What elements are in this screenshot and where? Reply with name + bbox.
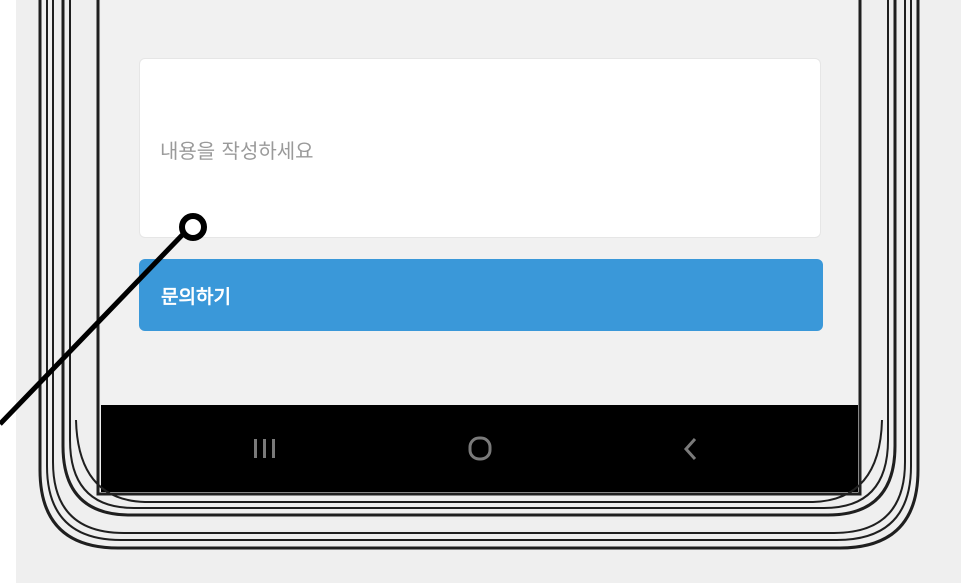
home-icon [468, 436, 492, 460]
recents-icon [254, 438, 275, 458]
back-icon [683, 437, 697, 460]
submit-button[interactable]: 문의하기 [139, 259, 823, 331]
recents-button[interactable] [221, 405, 311, 492]
content-input[interactable] [139, 58, 821, 238]
home-button[interactable] [435, 405, 525, 492]
navigation-bar [101, 405, 858, 492]
back-button[interactable] [646, 405, 736, 492]
phone-screen: 문의하기 [101, 0, 858, 492]
